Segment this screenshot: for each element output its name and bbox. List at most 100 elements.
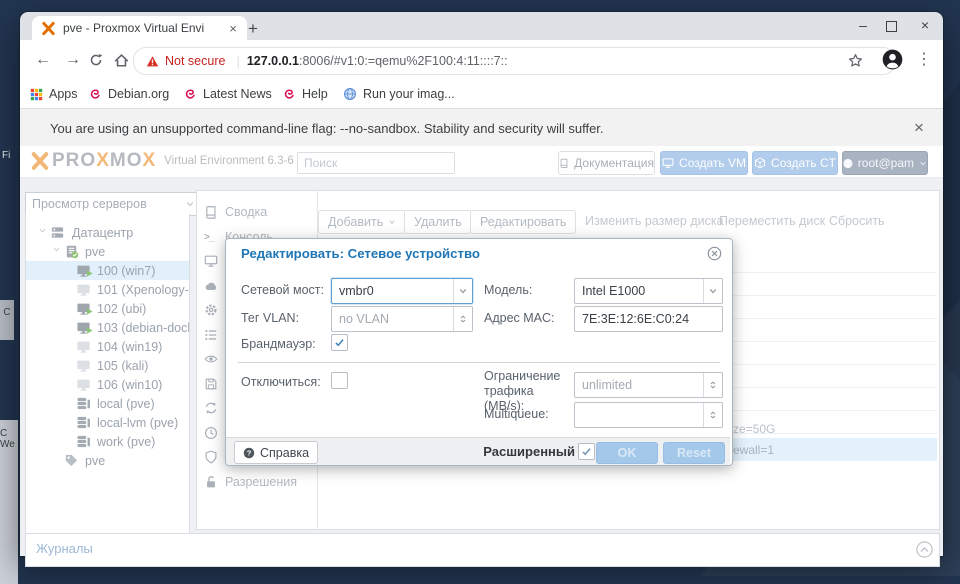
spinner-arrows-icon[interactable] bbox=[703, 403, 722, 427]
bookmark-run-your-image[interactable]: Run your imag... bbox=[343, 80, 455, 108]
dialog-help-button[interactable]: Справка bbox=[234, 441, 318, 464]
tree-item-vm-105[interactable]: 105 (kali) bbox=[26, 356, 189, 375]
unlock-icon bbox=[204, 475, 218, 489]
create-ct-button[interactable]: Создать CT bbox=[752, 151, 838, 175]
storage-icon bbox=[76, 396, 91, 411]
window-maximize-button[interactable] bbox=[886, 21, 897, 32]
tree-item-vm-106[interactable]: 106 (win10) bbox=[26, 375, 189, 394]
user-menu-button[interactable]: root@pam bbox=[842, 151, 928, 175]
model-input[interactable] bbox=[575, 279, 703, 303]
spinner-arrows-icon[interactable] bbox=[453, 307, 472, 331]
window-minimize-button[interactable]: – bbox=[852, 17, 874, 35]
tree-item-vm-103[interactable]: 103 (debian-dock) bbox=[26, 318, 189, 337]
home-icon[interactable] bbox=[114, 53, 129, 68]
window-close-button[interactable]: × bbox=[914, 17, 936, 35]
tree-item-storage-work[interactable]: work (pve) bbox=[26, 432, 189, 451]
bookmark-debian[interactable]: Debian.org bbox=[88, 80, 169, 108]
browser-toolbar: ← → Not secure | 127.0.0.1 :8006/#v1:0:=… bbox=[20, 40, 943, 80]
dialog-close-icon[interactable] bbox=[707, 246, 722, 261]
new-tab-button[interactable]: + bbox=[242, 18, 264, 40]
mac-field[interactable] bbox=[574, 306, 723, 332]
tab-title: pve - Proxmox Virtual Envi bbox=[63, 21, 225, 35]
infobar-close-icon[interactable]: × bbox=[909, 118, 929, 138]
model-combo[interactable] bbox=[574, 278, 723, 304]
advanced-checkbox[interactable] bbox=[578, 443, 595, 460]
vlan-spinner[interactable] bbox=[331, 306, 473, 332]
storage-icon bbox=[76, 434, 91, 449]
storage-icon bbox=[76, 415, 91, 430]
edit-network-device-dialog: Редактировать: Сетевое устройство Сетево… bbox=[225, 238, 733, 466]
multiqueue-spinner[interactable] bbox=[574, 402, 723, 428]
tree-item-vm-101[interactable]: 101 (Xpenology-Ds36 bbox=[26, 280, 189, 299]
menu-item-permissions[interactable]: Разрешения bbox=[197, 470, 317, 494]
bookmark-apps[interactable]: Apps bbox=[30, 80, 78, 108]
menu-item-summary[interactable]: Сводка bbox=[197, 200, 317, 224]
reset-button[interactable]: Reset bbox=[663, 442, 725, 464]
expand-panel-icon[interactable] bbox=[916, 541, 933, 558]
globe-icon bbox=[343, 87, 357, 101]
spinner-arrows-icon[interactable] bbox=[703, 373, 722, 397]
search-input[interactable] bbox=[297, 152, 455, 174]
edit-button[interactable]: Редактировать bbox=[470, 210, 576, 234]
tree-item-storage-local[interactable]: local (pve) bbox=[26, 394, 189, 413]
proxmox-x-logo-icon bbox=[30, 151, 50, 171]
bookmark-star-icon[interactable] bbox=[848, 53, 863, 68]
back-icon[interactable]: ← bbox=[31, 48, 55, 72]
vlan-input[interactable] bbox=[332, 307, 453, 331]
check-icon bbox=[334, 337, 345, 348]
move-disk-button[interactable]: Переместить диск bbox=[710, 210, 834, 232]
tree-item-storage-local-lvm[interactable]: local-lvm (pve) bbox=[26, 413, 189, 432]
chevron-down-icon bbox=[919, 159, 927, 168]
chevron-down-icon[interactable] bbox=[453, 279, 472, 303]
terminal-icon: >_ bbox=[204, 232, 218, 243]
revert-button[interactable]: Сбросить bbox=[820, 210, 894, 232]
expander-icon[interactable] bbox=[38, 226, 47, 235]
disconnect-checkbox[interactable] bbox=[331, 372, 348, 389]
browser-menu-icon[interactable]: ⋮ bbox=[912, 48, 936, 72]
mac-input[interactable] bbox=[575, 307, 722, 331]
running-badge-icon bbox=[85, 307, 94, 316]
tree-item-node-pve[interactable]: pve bbox=[26, 242, 189, 261]
monitor-icon bbox=[662, 157, 674, 169]
monitor-icon bbox=[204, 254, 218, 268]
rate-limit-input[interactable] bbox=[575, 373, 703, 397]
tree-item-vm-104[interactable]: 104 (win19) bbox=[26, 337, 189, 356]
gear-icon bbox=[204, 303, 218, 317]
address-bar[interactable]: Not secure | 127.0.0.1 :8006/#v1:0:=qemu… bbox=[133, 47, 896, 75]
disconnect-label: Отключиться: bbox=[241, 375, 321, 389]
debian-swirl-icon bbox=[88, 87, 102, 101]
remove-button[interactable]: Удалить bbox=[404, 210, 472, 234]
tree-item-datacenter[interactable]: Датацентр bbox=[26, 223, 189, 242]
add-button[interactable]: Добавить bbox=[318, 210, 406, 234]
tree-item-vm-102[interactable]: 102 (ubi) bbox=[26, 299, 189, 318]
chevron-down-icon[interactable] bbox=[703, 279, 722, 303]
forward-icon[interactable]: → bbox=[61, 48, 85, 72]
reload-icon[interactable] bbox=[89, 53, 103, 67]
tab-close-icon[interactable]: × bbox=[225, 21, 241, 36]
profile-avatar-icon[interactable] bbox=[882, 49, 903, 70]
create-vm-button[interactable]: Создать VM bbox=[660, 151, 748, 175]
bridge-combo[interactable] bbox=[331, 278, 473, 304]
cloud-icon bbox=[204, 279, 218, 293]
cube-icon bbox=[754, 157, 766, 169]
logo-wordmark: PROXMOX bbox=[52, 150, 156, 172]
dialog-footer: Справка Расширенный OK Reset bbox=[226, 437, 730, 465]
bridge-input[interactable] bbox=[332, 279, 453, 303]
hardware-row-fragment-size: ze=50G bbox=[733, 422, 775, 436]
multiqueue-input[interactable] bbox=[575, 403, 703, 427]
browser-tab[interactable]: pve - Proxmox Virtual Envi × bbox=[32, 16, 247, 40]
documentation-button[interactable]: Документация bbox=[558, 151, 655, 175]
tree-item-vm-100[interactable]: 100 (win7) bbox=[26, 261, 189, 280]
bookmark-label: Run your imag... bbox=[363, 87, 455, 101]
rate-limit-spinner[interactable] bbox=[574, 372, 723, 398]
firewall-checkbox[interactable] bbox=[331, 334, 348, 351]
bookmark-help[interactable]: Help bbox=[282, 80, 328, 108]
ok-button[interactable]: OK bbox=[596, 442, 658, 464]
server-view-selector[interactable]: Просмотр серверов bbox=[25, 192, 202, 216]
bookmark-latest-news[interactable]: Latest News bbox=[183, 80, 272, 108]
dialog-title: Редактировать: Сетевое устройство bbox=[241, 246, 480, 261]
infobar-message: You are using an unsupported command-lin… bbox=[50, 109, 604, 147]
tree-item-pool-pve[interactable]: pve bbox=[26, 451, 189, 470]
pool-tag-icon bbox=[64, 453, 79, 468]
expander-icon[interactable] bbox=[52, 245, 61, 254]
